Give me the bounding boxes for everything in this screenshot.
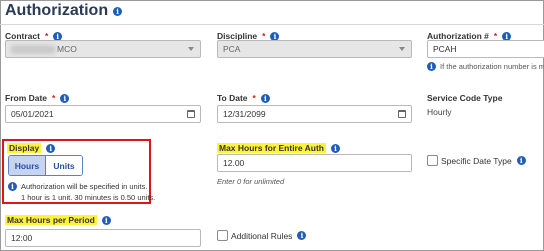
additional-rules-label: Additional Rules i	[231, 230, 307, 241]
info-icon: i	[427, 62, 436, 71]
to-date-input[interactable]: 12/31/2099	[217, 105, 412, 123]
display-toggle[interactable]: Hours Units	[8, 155, 83, 176]
authorization-number-hint: i If the authorization number is m	[427, 62, 544, 71]
page-title: Authorization i	[5, 2, 123, 20]
info-icon[interactable]: i	[516, 156, 526, 165]
display-note: i Authorization will be specified in uni…	[8, 181, 155, 203]
info-icon[interactable]: i	[113, 6, 123, 16]
display-note-line: Authorization will be specified in units…	[21, 182, 148, 191]
info-icon[interactable]: i	[331, 143, 340, 153]
redacted-text	[11, 44, 55, 54]
authorization-number-input[interactable]: PCAH	[427, 40, 544, 58]
max-hours-entire-auth-label: Max Hours for Entire Auth i	[217, 143, 340, 153]
info-icon[interactable]: i	[297, 231, 307, 240]
max-hours-per-period-label: Max Hours per Period i	[5, 215, 111, 225]
max-hours-entire-auth-hint: Enter 0 for unlimited	[217, 177, 285, 186]
display-note-line: 1 hour is 1 unit. 30 minutes is 0.50 uni…	[21, 193, 156, 202]
page-title-text: Authorization	[5, 2, 109, 19]
discipline-select[interactable]: PCA	[217, 40, 412, 58]
chevron-down-icon	[399, 47, 405, 51]
info-icon: i	[8, 182, 17, 191]
from-date-label: From Date * i	[5, 93, 70, 103]
max-hours-entire-auth-input[interactable]: 12.00	[217, 154, 412, 172]
chevron-down-icon	[188, 47, 194, 51]
display-option-units[interactable]: Units	[46, 156, 82, 175]
from-date-input[interactable]: 05/01/2021	[5, 105, 201, 123]
additional-rules-checkbox[interactable]	[217, 230, 228, 241]
specific-date-type-checkbox[interactable]	[427, 155, 438, 166]
info-icon[interactable]: i	[60, 93, 70, 103]
service-code-type-value: Hourly	[427, 107, 452, 117]
required-asterisk: *	[252, 93, 256, 103]
calendar-icon[interactable]	[187, 110, 195, 118]
display-option-hours[interactable]: Hours	[9, 156, 46, 175]
required-asterisk: *	[52, 93, 56, 103]
max-hours-per-period-input[interactable]: 12:00	[5, 229, 201, 247]
info-icon[interactable]: i	[46, 143, 56, 153]
service-code-type-label: Service Code Type	[427, 93, 503, 103]
info-icon[interactable]: i	[260, 93, 270, 103]
title-divider	[0, 24, 544, 25]
contract-select[interactable]: MCO	[5, 40, 201, 58]
specific-date-type-label: Specific Date Type i	[441, 155, 526, 166]
info-icon[interactable]: i	[101, 215, 111, 225]
display-label: Display i	[7, 143, 56, 153]
to-date-label: To Date * i	[217, 93, 270, 103]
calendar-icon[interactable]	[398, 110, 406, 118]
